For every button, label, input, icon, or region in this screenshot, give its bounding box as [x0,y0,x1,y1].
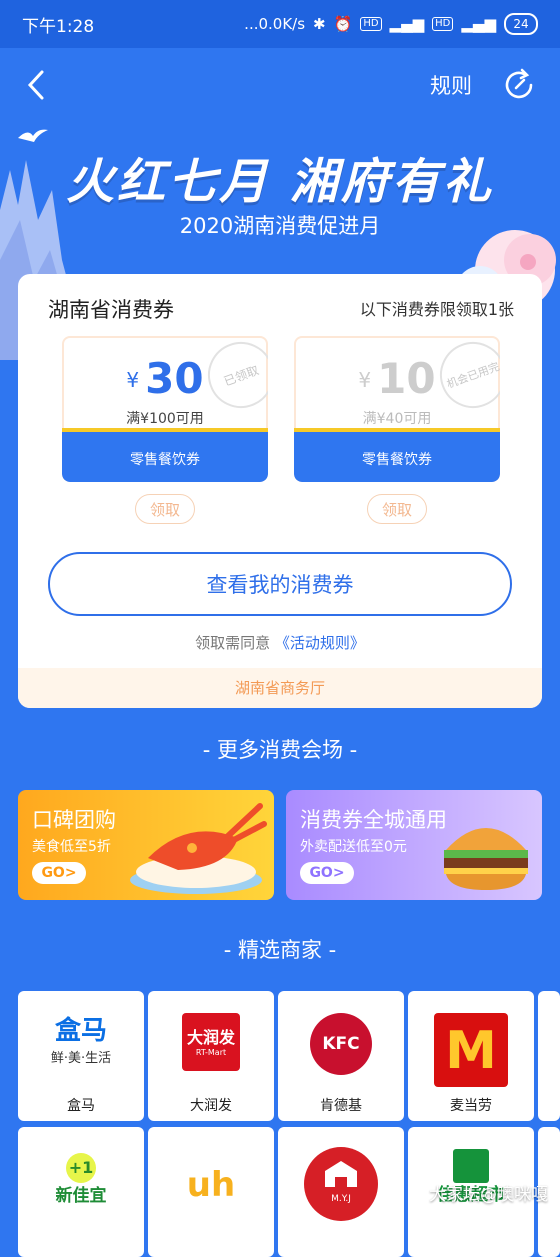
status-bar: 下午1:28 ...0.0K/s ✱ ⏰ HD ▂▄▆ HD ▂▄▆ 24 [0,0,560,48]
house-icon [325,1161,357,1187]
uh-logo: uh [187,1165,235,1205]
coupon-amount: 30 [145,354,204,403]
coupon-amount: 10 [377,354,436,403]
coupon-card: 湖南省消费券 以下消费券限领取1张 ¥30 满¥100可用 已领取 零售餐饮券 … [18,274,542,708]
hema-logo-text: 盒马 [54,1016,107,1046]
promo-subtitle: 外卖配送低至0元 [300,839,407,855]
coupon-category: 零售餐饮券 [62,428,268,482]
coupon-condition: 满¥100可用 [126,411,204,427]
claim-button-30[interactable]: 领取 [135,494,195,524]
mcdonalds-logo-text: M [445,1021,497,1081]
promo-title: 口碑团购 [32,808,116,832]
top-nav: 规则 [0,48,560,124]
coupon-card-title: 湖南省消费券 [48,298,174,322]
currency-symbol: ¥ [126,368,140,392]
coupon-category: 零售餐饮券 [294,428,500,482]
battery-icon: 24 [504,13,538,35]
promo-subtitle: 美食低至5折 [32,839,111,855]
myj-logo: M.Y.J [304,1147,378,1221]
rt-mart-logo-sub: RT-Mart [195,1048,227,1057]
merchant-myj[interactable]: M.Y.J [278,1127,404,1257]
hero-title: 火红七月 湘府有礼 [66,154,494,210]
burger-illustration [444,828,528,890]
merchant-name: 麦当劳 [450,1098,492,1114]
rules-link[interactable]: 规则 [430,70,472,100]
signal-icon: ▂▄▆ [389,15,425,33]
claimed-stamp: 已领取 [198,336,268,418]
hema-slogan: 鲜·美·生活 [50,1051,112,1066]
issuer-footer: 湖南省商务厅 [18,668,542,708]
hd-icon-2: HD [432,17,454,31]
signal-icon-2: ▂▄▆ [461,15,496,33]
coupon-30[interactable]: ¥30 满¥100可用 已领取 零售餐饮券 [62,336,268,482]
merchant-name: 肯德基 [320,1098,362,1114]
coupon-condition: 满¥40可用 [362,411,432,427]
alarm-icon: ⏰ [333,15,353,33]
hero-subtitle: 2020湖南消费促进月 [179,214,381,238]
coupon-10[interactable]: ¥10 满¥40可用 机会已用完 零售餐饮券 [294,336,500,482]
agreement-prefix: 领取需同意 [195,634,271,652]
agreement-text: 领取需同意 《活动规则》 [18,632,542,653]
back-arrow-icon[interactable] [22,68,58,104]
view-my-coupons-button[interactable]: 查看我的消费券 [48,552,512,616]
used-up-stamp: 机会已用完 [430,336,500,418]
hero-banner: 火红七月 湘府有礼 2020湖南消费促进月 [0,118,560,298]
merchant-mcdonalds[interactable]: M 麦当劳 [408,991,534,1121]
merchant-partial[interactable] [538,991,560,1121]
promo-group-buying[interactable]: 口碑团购 美食低至5折 GO> [18,790,274,900]
merchant-uh[interactable]: uh [148,1127,274,1257]
kfc-logo: KFC [310,1013,372,1075]
kfc-logo-text: KFC [322,1034,360,1054]
hema-logo: 盒马 鲜·美·生活 [31,1013,131,1069]
promo-title: 消费券全城通用 [300,808,447,832]
uh-logo-text: uh [186,1165,236,1205]
claim-button-10[interactable]: 领取 [367,494,427,524]
merchant-name: 大润发 [190,1098,232,1114]
merchant-kfc[interactable]: KFC 肯德基 [278,991,404,1121]
crayfish-illustration [130,803,267,894]
rt-mart-logo: 大润发 RT-Mart [182,1013,240,1071]
more-venues-title: - 更多消费会场 - [202,738,358,762]
bluetooth-icon: ✱ [313,15,326,33]
activity-rules-link[interactable]: 《活动规则》 [275,634,365,652]
watermark: 大家坛@噢咪嘎 [429,1185,548,1205]
merchant-name: 盒马 [67,1098,95,1114]
currency-symbol: ¥ [358,368,372,392]
merchant-rt-mart[interactable]: 大润发 RT-Mart 大润发 [148,991,274,1121]
status-icons: ...0.0K/s ✱ ⏰ HD ▂▄▆ HD ▂▄▆ 24 [244,13,538,35]
rt-mart-logo-text: 大润发 [186,1028,235,1047]
merchant-xinjiayi[interactable]: +1 新佳宜 [18,1127,144,1257]
status-time: 下午1:28 [22,16,95,37]
go-button[interactable]: GO> [32,862,86,884]
go-button[interactable]: GO> [300,862,354,884]
featured-merchants-title: - 精选商家 - [223,938,337,962]
promo-citywide-coupon[interactable]: 消费券全城通用 外卖配送低至0元 GO> [286,790,542,900]
network-speed: ...0.0K/s [244,15,306,33]
refresh-share-icon[interactable] [502,68,536,102]
coupon-limit-text: 以下消费券限领取1张 [359,300,514,319]
mcdonalds-logo: M [434,1013,508,1087]
xinjiayi-logo: +1 新佳宜 [31,1153,131,1209]
xinjiayi-logo-text: 新佳宜 [55,1186,107,1206]
myj-logo-text: M.Y.J [331,1194,351,1204]
hd-icon: HD [360,17,382,31]
merchant-hema[interactable]: 盒马 鲜·美·生活 盒马 [18,991,144,1121]
